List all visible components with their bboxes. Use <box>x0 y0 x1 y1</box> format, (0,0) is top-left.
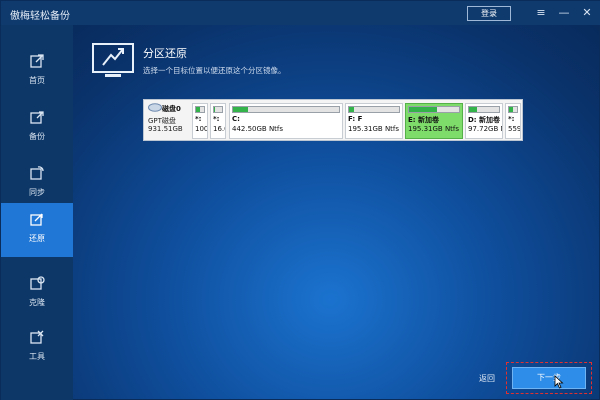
back-button[interactable]: 返回 <box>479 373 495 384</box>
sidebar: 首页 备份 同步 还原 克隆 工具 <box>1 25 73 400</box>
partition-size: 100. <box>195 125 208 133</box>
partition-restore-icon <box>92 43 134 77</box>
partition-usage-bar <box>233 107 248 112</box>
next-button[interactable]: 下一步 <box>512 367 586 389</box>
backup-icon <box>30 111 44 124</box>
sync-icon <box>30 166 44 180</box>
partition-name: *: <box>213 115 220 123</box>
sidebar-item-label: 还原 <box>29 234 45 243</box>
partition-usage-bar <box>509 107 514 112</box>
sidebar-item-label: 备份 <box>29 132 45 141</box>
partition-usage-bar <box>349 107 354 112</box>
sidebar-item-label: 克隆 <box>29 298 45 307</box>
partition-name: *: <box>195 115 202 123</box>
sidebar-item-restore[interactable]: 还原 <box>1 203 73 257</box>
home-icon <box>30 54 44 68</box>
partition-name: *: <box>508 115 515 123</box>
partition-item[interactable]: D: 新加卷 97.72GB Ntfs <box>465 103 503 139</box>
partition-item[interactable]: *: 100. <box>192 103 208 139</box>
disk-name: 磁盘0 <box>162 105 181 113</box>
partition-usage-bar <box>214 107 215 112</box>
partition-usage-bar <box>469 107 477 112</box>
disk-info: 磁盘0 GPT磁盘 931.51GB <box>146 102 190 138</box>
sidebar-item-backup[interactable]: 备份 <box>1 101 73 155</box>
sidebar-item-tools[interactable]: 工具 <box>1 321 73 375</box>
disk-map: 磁盘0 GPT磁盘 931.51GB *: 100. *: 16.0 C: 44… <box>143 99 523 141</box>
partition-item[interactable]: *: 559. <box>505 103 521 139</box>
app-title: 傲梅轻松备份 <box>10 11 70 22</box>
restore-icon <box>30 213 43 226</box>
partition-usage-bar <box>196 107 201 112</box>
partition-name: E: 新加卷 <box>408 116 440 124</box>
hard-disk-icon <box>148 103 162 112</box>
partition-item[interactable]: C: 442.50GB Ntfs <box>229 103 343 139</box>
sidebar-item-label: 首页 <box>29 76 45 85</box>
disk-size: 931.51GB <box>148 125 183 133</box>
sidebar-item-label: 工具 <box>29 352 45 361</box>
partition-item[interactable]: *: 16.0 <box>210 103 226 139</box>
minimize-icon[interactable]: — <box>556 5 572 21</box>
partition-name: F: F <box>348 115 363 123</box>
partition-usage-bar <box>409 107 437 112</box>
app-window: 傲梅轻松备份 登录 ≡ — ✕ 首页 备份 同步 还原 克隆 工具 分区还原 选… <box>0 0 600 400</box>
title-bar: 傲梅轻松备份 登录 ≡ — ✕ <box>1 1 600 25</box>
page-subtitle: 选择一个目标位置以便还原这个分区镜像。 <box>143 66 286 75</box>
partition-size: 559. <box>508 125 521 133</box>
tools-icon <box>30 330 44 344</box>
clone-icon <box>30 276 45 290</box>
mouse-cursor-icon <box>554 375 564 389</box>
sidebar-item-home[interactable]: 首页 <box>1 45 73 99</box>
partition-size: 442.50GB Ntfs <box>232 125 284 133</box>
login-button[interactable]: 登录 <box>467 6 511 21</box>
close-icon[interactable]: ✕ <box>579 5 595 21</box>
sidebar-item-label: 同步 <box>29 188 45 197</box>
partition-size: 195.31GB Ntfs <box>408 125 460 133</box>
partition-name: D: 新加卷 <box>468 116 501 124</box>
partition-name: C: <box>232 115 240 123</box>
partition-size: 97.72GB Ntfs <box>468 125 502 133</box>
page-title: 分区还原 <box>143 47 187 60</box>
partition-item-selected[interactable]: E: 新加卷 195.31GB Ntfs <box>405 103 463 139</box>
partition-item[interactable]: F: F 195.31GB Ntfs <box>345 103 403 139</box>
sidebar-item-clone[interactable]: 克隆 <box>1 267 73 321</box>
partition-size: 195.31GB Ntfs <box>348 125 400 133</box>
menu-icon[interactable]: ≡ <box>533 5 549 21</box>
partition-size: 16.0 <box>213 125 225 133</box>
